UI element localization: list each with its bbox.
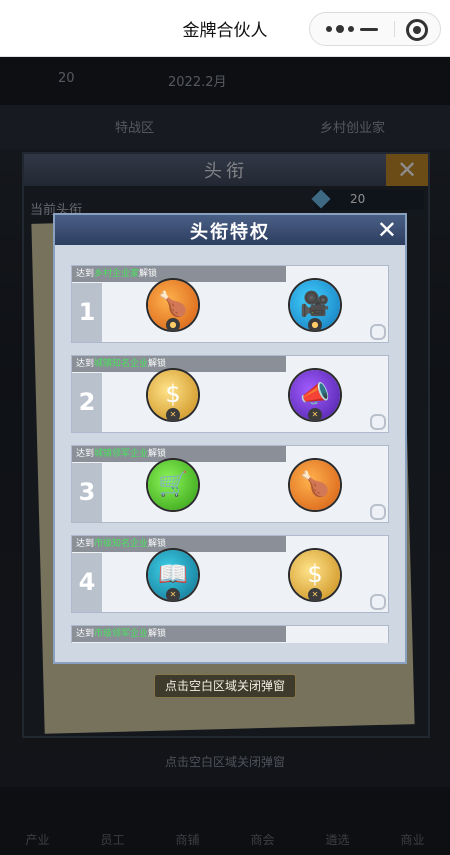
privilege-dialog-close-icon[interactable]: ✕ xyxy=(377,216,397,244)
lock-icon xyxy=(370,324,386,340)
badge-icon: ✕ xyxy=(166,588,180,602)
privilege-dialog: 头衔特权 ✕ 达到乡村企业家解锁 1 🍗 ● 🎥 ● 达到城镇知名企业解锁 2 $ ✕… xyxy=(53,213,407,664)
capsule-divider xyxy=(394,21,395,37)
card-number: 2 xyxy=(72,373,102,432)
book-icon[interactable]: 📖 ✕ xyxy=(148,550,198,602)
badge-icon: ✕ xyxy=(308,408,322,422)
movie-camera-icon[interactable]: 🎥 ● xyxy=(290,280,340,332)
shopping-cart-icon[interactable]: 🛒 xyxy=(148,460,198,510)
badge-icon: ● xyxy=(166,318,180,332)
close-target-icon[interactable] xyxy=(406,19,428,41)
capsule-menu xyxy=(309,12,441,46)
money-bag-icon[interactable]: $ ✕ xyxy=(148,370,198,422)
privilege-card: 达到市级领军企业解锁 5 xyxy=(71,625,389,643)
card-number: 1 xyxy=(72,283,102,342)
minimize-icon[interactable] xyxy=(360,28,378,31)
privilege-card: 达到市级知名企业解锁 4 📖 ✕ $ ✕ xyxy=(71,535,389,613)
privilege-card: 达到城镇知名企业解锁 2 $ ✕ 📣 ✕ xyxy=(71,355,389,433)
megaphone-icon[interactable]: 📣 ✕ xyxy=(290,370,340,422)
card-caption: 达到城镇知名企业解锁 xyxy=(72,356,286,372)
card-number: 3 xyxy=(72,463,102,522)
card-caption: 达到乡村企业家解锁 xyxy=(72,266,286,282)
money-bag-icon[interactable]: $ ✕ xyxy=(290,550,340,602)
card-caption: 达到市级领军企业解锁 xyxy=(72,626,286,642)
lock-icon xyxy=(370,504,386,520)
privilege-dialog-header: 头衔特权 ✕ xyxy=(55,215,405,245)
close-popup-hint[interactable]: 点击空白区域关闭弹窗 xyxy=(154,674,296,698)
privilege-card: 达到乡村企业家解锁 1 🍗 ● 🎥 ● xyxy=(71,265,389,343)
lock-icon xyxy=(370,594,386,610)
privilege-card: 达到城镇领军企业解锁 3 🛒 🍗 xyxy=(71,445,389,523)
card-caption: 达到城镇领军企业解锁 xyxy=(72,446,286,462)
privilege-list[interactable]: 达到乡村企业家解锁 1 🍗 ● 🎥 ● 达到城镇知名企业解锁 2 $ ✕ 📣 ✕ 达到城… xyxy=(71,265,389,643)
card-caption: 达到市级知名企业解锁 xyxy=(72,536,286,552)
badge-icon: ✕ xyxy=(166,408,180,422)
card-number: 4 xyxy=(72,553,102,612)
more-icon[interactable] xyxy=(318,13,362,45)
roast-chicken-icon[interactable]: 🍗 xyxy=(290,460,340,510)
roast-chicken-icon[interactable]: 🍗 ● xyxy=(148,280,198,332)
badge-icon: ✕ xyxy=(308,588,322,602)
badge-icon: ● xyxy=(308,318,322,332)
lock-icon xyxy=(370,414,386,430)
privilege-dialog-title: 头衔特权 xyxy=(190,222,270,243)
title-bar: 金牌合伙人 xyxy=(0,0,450,57)
